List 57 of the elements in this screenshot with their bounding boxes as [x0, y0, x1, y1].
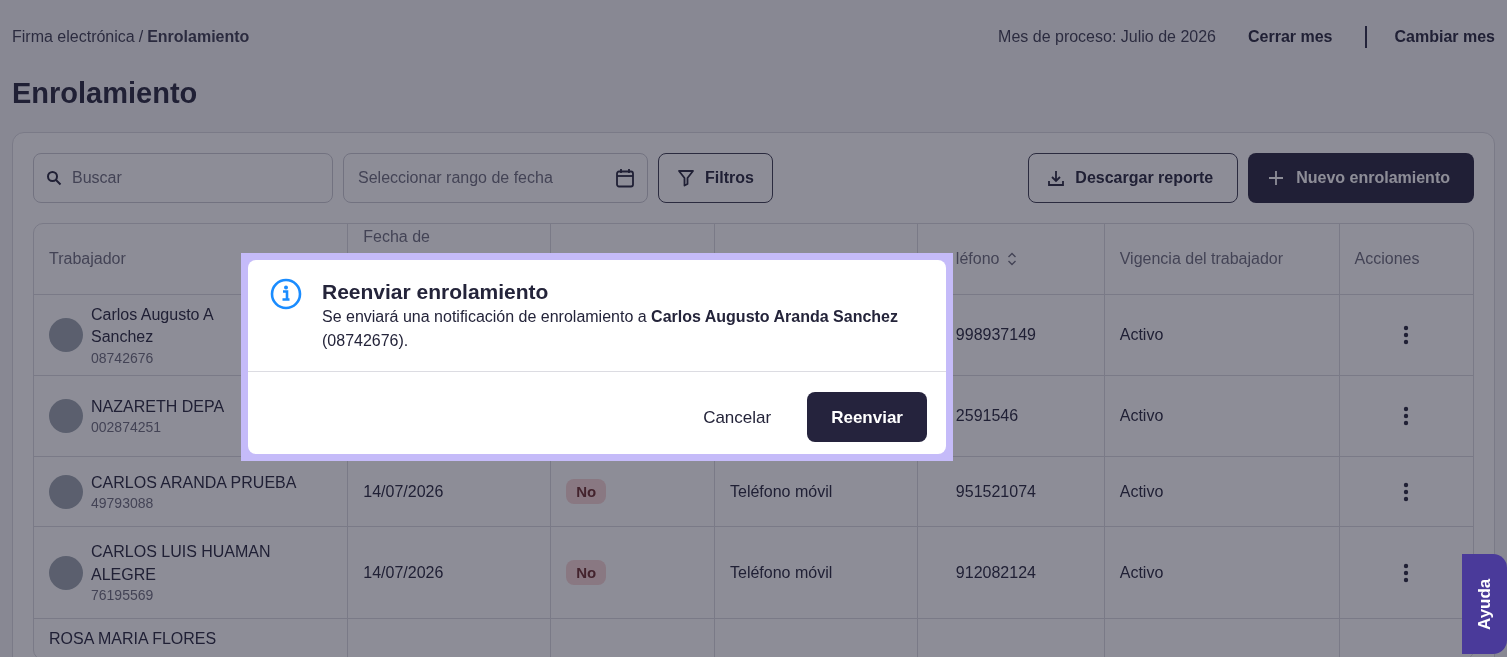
- worker-name: Carlos Augusto A Sanchez: [91, 304, 214, 348]
- column-header: Acciones: [1354, 249, 1420, 270]
- filter-icon: [677, 168, 695, 187]
- table-cell: 14/07/2026: [363, 482, 444, 500]
- info-icon: [270, 278, 302, 310]
- table-cell: Teléfono móvil: [730, 482, 833, 500]
- download-report-button[interactable]: Descargar reporte: [1028, 152, 1239, 203]
- worker-id: 76195569: [91, 586, 155, 605]
- page-title: Enrolamiento: [12, 76, 199, 111]
- worker-id: 08742676: [91, 348, 155, 367]
- table-cell: 912082124: [955, 563, 1036, 581]
- table-cell: Activo: [1119, 563, 1164, 581]
- avatar-placeholder: [49, 399, 83, 434]
- avatar-placeholder: [49, 555, 83, 590]
- table-cell: 998937149: [955, 326, 1036, 344]
- column-header: léfono: [955, 249, 1000, 270]
- plus-icon: [1268, 169, 1285, 186]
- table-cell: Activo: [1119, 407, 1164, 425]
- dialog-title: Reenviar enrolamiento: [322, 279, 550, 305]
- search-box[interactable]: Buscar: [33, 152, 333, 203]
- worker-id: 002874251: [91, 418, 163, 437]
- no-badge: No: [566, 478, 607, 504]
- column-header: Fecha de: [363, 227, 430, 248]
- change-month-link[interactable]: Cambiar mes: [1394, 25, 1495, 49]
- worker-name: CARLOS ARANDA PRUEBA: [91, 472, 297, 493]
- avatar-placeholder: [49, 474, 83, 509]
- no-badge: No: [566, 559, 607, 585]
- table-cell: Activo: [1119, 482, 1164, 500]
- breadcrumb-separator: /: [138, 27, 144, 47]
- table-cell: 2591546: [955, 407, 1019, 425]
- worker-id: 49793088: [91, 493, 155, 513]
- help-tab[interactable]: Ayuda: [1462, 554, 1507, 654]
- cancel-button[interactable]: Cancelar: [679, 392, 796, 443]
- breadcrumb-current: Enrolamiento: [147, 27, 250, 47]
- column-header: Trabajador: [49, 249, 126, 270]
- calendar-icon: [615, 167, 635, 188]
- search-icon: [46, 169, 62, 186]
- worker-name: ROSA MARIA FLORES: [49, 628, 217, 649]
- date-range-field[interactable]: Seleccionar rango de fecha: [356, 153, 607, 202]
- new-enrollment-button[interactable]: Nuevo enrolamiento: [1248, 152, 1474, 203]
- resend-button[interactable]: Reenviar: [807, 392, 927, 443]
- process-month: Mes de proceso: Julio de 2026: [998, 27, 1216, 47]
- worker-name: CARLOS LUIS HUAMAN ALEGRE: [91, 542, 272, 585]
- worker-name: NAZARETH DEPA: [91, 397, 225, 417]
- search-field[interactable]: Buscar: [70, 153, 320, 202]
- breadcrumb-link[interactable]: Firma electrónica: [12, 25, 135, 49]
- date-range-box[interactable]: Seleccionar rango de fecha: [343, 152, 648, 203]
- close-month-link[interactable]: Cerrar mes: [1248, 25, 1333, 49]
- dialog-message: Se enviará una notificación de enrolamiento a Carlos Augusto Aranda Sanchez (08742676).: [322, 307, 899, 352]
- download-icon: [1047, 168, 1066, 187]
- table-cell: 14/07/2026: [363, 563, 444, 581]
- table-cell: Activo: [1119, 326, 1164, 344]
- avatar-placeholder: [49, 318, 83, 353]
- filters-button[interactable]: Filtros: [658, 152, 773, 203]
- table-cell: 951521074: [955, 482, 1036, 500]
- column-header: Vigencia del trabajador: [1119, 249, 1284, 270]
- table-cell: Teléfono móvil: [730, 563, 833, 581]
